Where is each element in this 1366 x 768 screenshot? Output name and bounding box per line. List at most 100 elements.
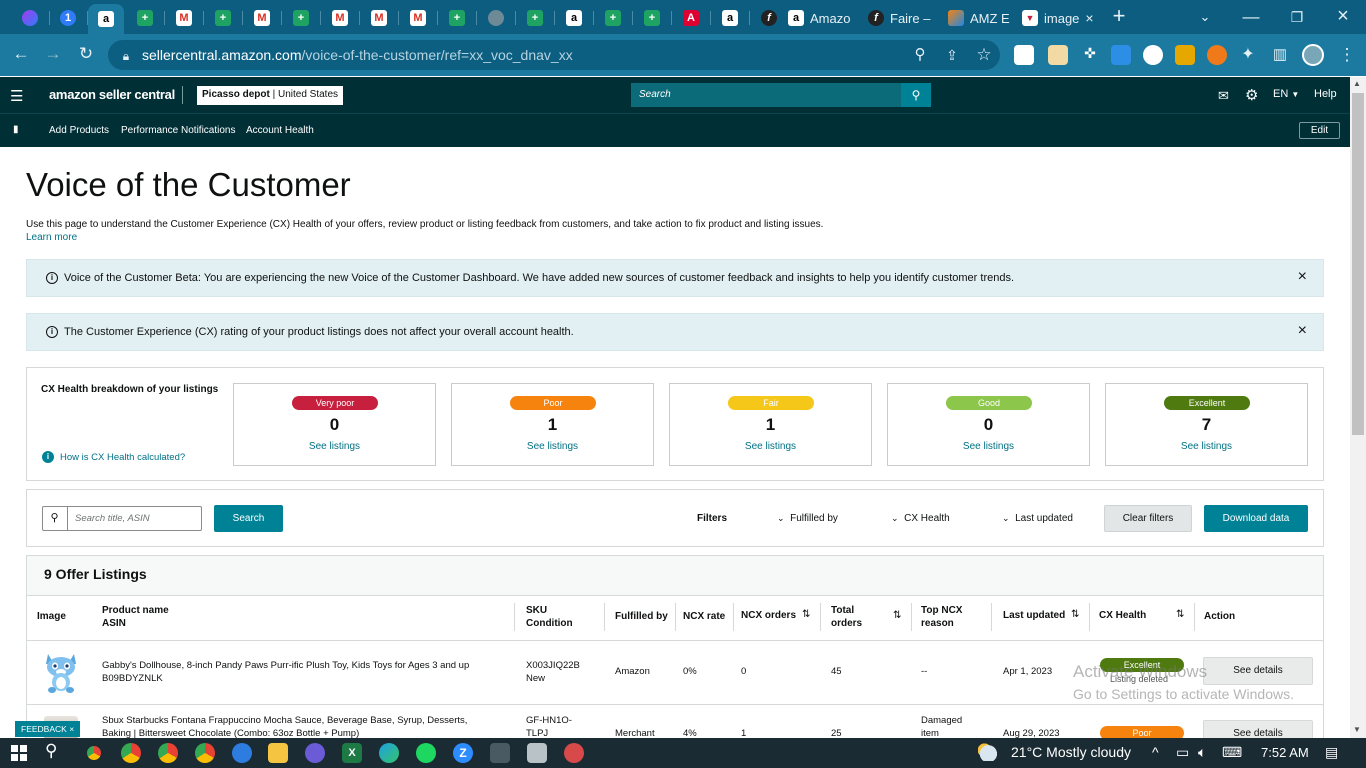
browser-tab[interactable] [478, 6, 514, 30]
edit-nav-button[interactable]: Edit [1299, 122, 1340, 139]
sort-icon[interactable]: ⇅ [1071, 609, 1079, 620]
back-arrow-icon[interactable]: ← [10, 44, 32, 64]
browser-menu-icon[interactable]: ⋮ [1336, 45, 1358, 65]
chrome-icon[interactable] [195, 743, 215, 763]
close-icon[interactable]: × [69, 724, 74, 734]
puzzle-extensions-icon[interactable]: ✦ [1237, 45, 1259, 65]
file-explorer-icon[interactable] [268, 743, 288, 763]
browser-tab[interactable]: M [166, 6, 202, 30]
keyboard-icon[interactable]: ⌨ [1222, 744, 1242, 761]
chrome-icon[interactable] [158, 743, 178, 763]
sort-icon[interactable]: ⇅ [802, 609, 810, 620]
chrome-icon[interactable] [84, 743, 104, 763]
windows-start-icon[interactable] [11, 745, 27, 761]
nav-add-products[interactable]: Add Products [49, 125, 109, 136]
notifications-icon[interactable]: ▤ [1325, 744, 1338, 761]
see-listings-link[interactable]: See listings [452, 441, 653, 452]
browser-tab[interactable]: + [283, 6, 319, 30]
clock-time[interactable]: 7:52 AM [1261, 745, 1309, 760]
extension-icon[interactable] [1143, 45, 1163, 65]
bookmark-icon[interactable]: ▮ [13, 124, 19, 135]
lock-icon[interactable]: 🔒︎ [115, 46, 137, 66]
col-last-updated[interactable]: Last updated [1003, 609, 1065, 622]
product-name-link[interactable]: Gabby's Dollhouse, 8-inch Pandy Paws Pur… [102, 659, 469, 672]
pin-app-icon[interactable] [232, 743, 252, 763]
help-link[interactable]: Help [1314, 88, 1337, 100]
calculator-icon[interactable] [527, 743, 547, 763]
share-icon[interactable]: ⇪ [941, 45, 963, 65]
learn-more-link[interactable]: Learn more [26, 232, 77, 243]
browser-tab[interactable]: M [361, 6, 397, 30]
browser-tab[interactable]: M [244, 6, 280, 30]
extension-icon[interactable] [1014, 45, 1034, 65]
fulfilled-by-filter[interactable]: ⌄ Fulfilled by [777, 513, 838, 524]
language-selector[interactable]: EN ▼ [1273, 88, 1299, 100]
download-data-button[interactable]: Download data [1204, 505, 1308, 532]
tab-search-chevron-icon[interactable]: ⌄ [1194, 7, 1216, 27]
product-name-link[interactable]: Sbux Starbucks Fontana Frappuccino Mocha… [102, 714, 467, 740]
clear-filters-button[interactable]: Clear filters [1104, 505, 1192, 532]
browser-tab[interactable]: M [400, 6, 436, 30]
see-listings-link[interactable]: See listings [670, 441, 871, 452]
browser-tab[interactable]: + [634, 6, 670, 30]
browser-tab-amz[interactable]: AMZ E [948, 6, 1016, 30]
see-listings-link[interactable]: See listings [1106, 441, 1307, 452]
header-search-input[interactable] [631, 83, 901, 107]
close-window-icon[interactable]: × [1332, 6, 1354, 26]
cx-health-filter[interactable]: ⌄ CX Health [891, 513, 950, 524]
browser-tab[interactable]: + [517, 6, 553, 30]
browser-tab[interactable]: a [556, 6, 592, 30]
browser-tab-amazon[interactable]: a Amazo [788, 6, 860, 30]
browser-tab[interactable]: A [673, 6, 709, 30]
forward-arrow-icon[interactable]: → [42, 44, 64, 64]
sort-icon[interactable]: ⇅ [893, 610, 901, 621]
edge-icon[interactable] [379, 743, 399, 763]
col-total-orders[interactable]: Total orders [831, 604, 862, 630]
chevron-up-icon[interactable]: ^ [1152, 744, 1159, 760]
browser-tab[interactable]: + [127, 6, 163, 30]
browser-tab[interactable]: a [712, 6, 748, 30]
header-search-button[interactable]: ⚲ [901, 83, 931, 107]
restore-window-icon[interactable]: ❐ [1286, 7, 1308, 27]
weather-text[interactable]: 21°C Mostly cloudy [1011, 744, 1131, 760]
col-ncx-rate[interactable]: NCX rate [683, 610, 725, 623]
minimize-window-icon[interactable]: — [1240, 7, 1262, 27]
col-sku[interactable]: SKU Condition [526, 604, 573, 630]
feedback-button[interactable]: FEEDBACK × [15, 721, 81, 737]
extension-icon[interactable] [1175, 45, 1195, 65]
extension-icon[interactable] [1207, 45, 1227, 65]
app-icon[interactable] [490, 743, 510, 763]
app-icon[interactable] [564, 743, 584, 763]
browser-tab-image[interactable]: ▼ image × [1022, 6, 1098, 30]
seller-central-logo[interactable]: amazon seller central [49, 87, 175, 102]
browser-tab[interactable]: f [751, 6, 787, 30]
sort-icon[interactable]: ⇅ [1176, 609, 1184, 620]
volume-icon[interactable]: 🔈︎ [1198, 744, 1206, 761]
col-product-name[interactable]: Product name ASIN [102, 604, 169, 630]
browser-tab[interactable]: 1 [50, 6, 86, 30]
scroll-up-arrow-icon[interactable]: ▲ [1353, 79, 1361, 88]
scrollbar-thumb[interactable] [1352, 93, 1364, 435]
app-icon[interactable] [305, 743, 325, 763]
see-listings-link[interactable]: See listings [234, 441, 435, 452]
extension-icon[interactable] [1111, 45, 1131, 65]
col-fulfilled-by[interactable]: Fulfilled by [615, 610, 668, 623]
spotify-icon[interactable] [416, 743, 436, 763]
close-tab-icon[interactable]: × [1085, 10, 1093, 26]
nav-performance-notifications[interactable]: Performance Notifications [121, 125, 236, 136]
col-ncx-orders[interactable]: NCX orders [741, 609, 796, 622]
last-updated-filter[interactable]: ⌄ Last updated [1002, 513, 1073, 524]
account-switcher[interactable]: Picasso depot | United States [197, 86, 344, 105]
reload-icon[interactable]: ↻ [75, 44, 97, 64]
col-top-ncx-reason[interactable]: Top NCX reason [921, 604, 962, 630]
mail-icon[interactable]: ✉ [1218, 88, 1229, 104]
browser-tab[interactable]: + [595, 6, 631, 30]
close-icon[interactable]: × [1298, 268, 1307, 286]
nav-account-health[interactable]: Account Health [246, 125, 314, 136]
hamburger-menu-icon[interactable]: ☰ [10, 87, 23, 105]
browser-tab[interactable] [12, 6, 48, 30]
scroll-down-arrow-icon[interactable]: ▼ [1353, 725, 1361, 734]
browser-tab[interactable]: M [322, 6, 358, 30]
network-icon[interactable]: ▭ [1176, 744, 1189, 761]
browser-tab[interactable]: + [205, 6, 241, 30]
